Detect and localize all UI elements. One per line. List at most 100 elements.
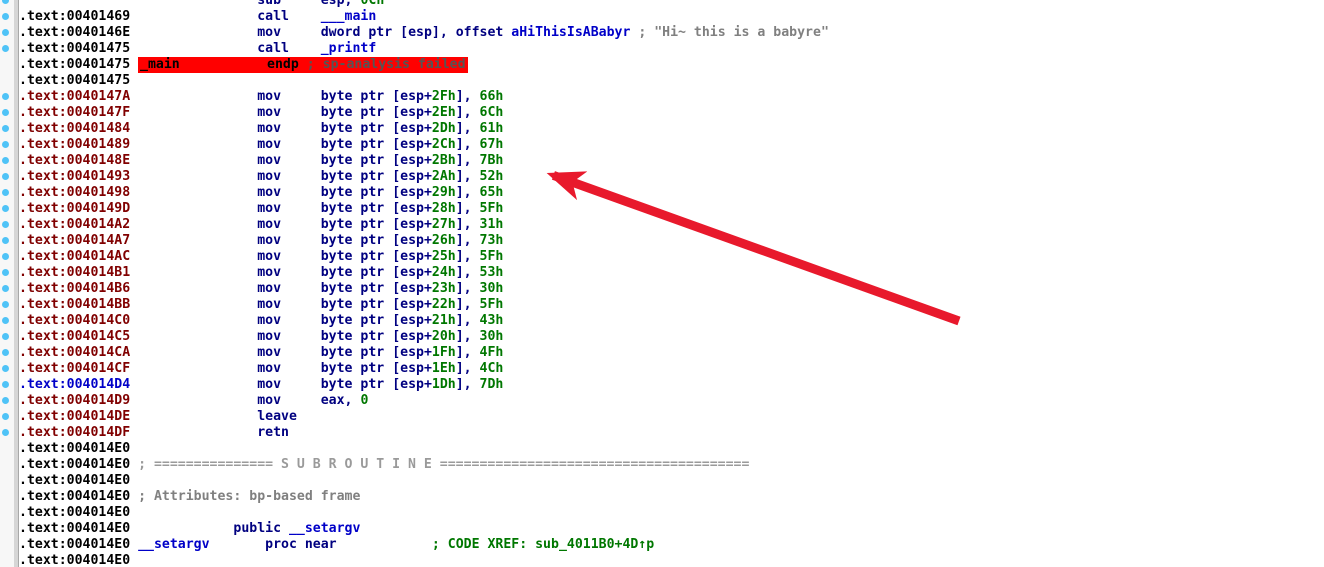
gutter-dot-icon[interactable] — [2, 317, 9, 324]
line-address: .text:00401489 — [19, 137, 131, 152]
disassembly-listing[interactable]: sub esp, 0Ch .text:00401469 call ___main.… — [19, 0, 1324, 567]
instruction-mnemonic: mov — [257, 25, 321, 40]
disassembly-line[interactable]: .text:00401484 mov byte ptr [esp+2Dh], 6… — [19, 121, 503, 137]
numeric-literal: 0Ch — [360, 0, 385, 8]
symbol-name[interactable]: ___main — [321, 9, 377, 24]
disassembly-line[interactable]: .text:004014E0 public __setargv — [19, 521, 360, 537]
line-address: .text:004014A7 — [19, 233, 131, 248]
instruction-operand: ], — [455, 153, 480, 168]
disassembly-line[interactable]: .text:004014AC mov byte ptr [esp+25h], 5… — [19, 249, 503, 265]
gutter-dot-icon[interactable] — [2, 221, 9, 228]
symbol-name[interactable]: _printf — [321, 41, 377, 56]
gutter-dot-icon[interactable] — [2, 365, 9, 372]
line-address: .text:00401498 — [19, 185, 131, 200]
line-address: .text:004014E0 — [19, 537, 131, 552]
sp-analysis-failed-highlight[interactable]: _main endp ; sp-analysis failed — [138, 57, 468, 73]
subroutine-separator: ; =============== S U B R O U T I N E ==… — [130, 457, 750, 472]
disassembly-line[interactable]: .text:004014D4 mov byte ptr [esp+1Dh], 7… — [19, 377, 503, 393]
gutter-dot-icon[interactable] — [2, 109, 9, 116]
line-padding — [130, 297, 257, 312]
gutter-dot-icon[interactable] — [2, 205, 9, 212]
disassembly-line[interactable]: .text:004014CA mov byte ptr [esp+1Fh], 4… — [19, 345, 503, 361]
disassembly-line[interactable]: .text:004014E0 — [19, 441, 130, 457]
gutter-dot-icon[interactable] — [2, 141, 9, 148]
gutter-dot-icon[interactable] — [2, 397, 9, 404]
gutter-dot-icon[interactable] — [2, 333, 9, 340]
disassembly-line[interactable]: .text:004014A2 mov byte ptr [esp+27h], 3… — [19, 217, 503, 233]
disassembly-line[interactable]: .text:004014B6 mov byte ptr [esp+23h], 3… — [19, 281, 503, 297]
code-xref-comment[interactable]: ; CODE XREF: sub_4011B0+4D↑p — [432, 537, 654, 552]
gutter-dot-icon[interactable] — [2, 157, 9, 164]
gutter-dot-icon[interactable] — [2, 285, 9, 292]
disassembly-line[interactable]: .text:004014DF retn — [19, 425, 289, 441]
instruction-operand: byte ptr [esp+ — [320, 297, 432, 312]
numeric-literal: 65h — [479, 185, 504, 200]
disassembly-line[interactable]: .text:00401489 mov byte ptr [esp+2Ch], 6… — [19, 137, 503, 153]
disassembly-line[interactable]: .text:004014A7 mov byte ptr [esp+26h], 7… — [19, 233, 503, 249]
gutter-dot-icon[interactable] — [2, 413, 9, 420]
disassembly-line[interactable]: .text:004014C0 mov byte ptr [esp+21h], 4… — [19, 313, 503, 329]
gutter-dot-icon[interactable] — [2, 301, 9, 308]
gutter-dot-icon[interactable] — [2, 45, 9, 52]
gutter-dot-icon[interactable] — [2, 0, 9, 4]
line-padding — [130, 169, 257, 184]
disassembly-line[interactable]: .text:0040146E mov dword ptr [esp], offs… — [19, 25, 829, 41]
disassembly-line[interactable]: .text:004014E0 — [19, 505, 130, 521]
gutter-dot-icon[interactable] — [2, 125, 9, 132]
instruction-mnemonic: proc near — [265, 537, 337, 552]
numeric-literal: 7Dh — [479, 377, 504, 392]
gutter-dot-icon[interactable] — [2, 29, 9, 36]
numeric-literal: 4Fh — [479, 345, 504, 360]
instruction-operand: ], — [455, 169, 480, 184]
disassembly-line[interactable]: .text:004014E0 ; =============== S U B R… — [19, 457, 749, 473]
disassembly-line[interactable]: .text:0040147F mov byte ptr [esp+2Eh], 6… — [19, 105, 503, 121]
disassembly-line[interactable]: .text:004014DE leave — [19, 409, 297, 425]
numeric-literal: 31h — [479, 217, 504, 232]
disassembly-line[interactable]: .text:004014CF mov byte ptr [esp+1Eh], 4… — [19, 361, 503, 377]
instruction-mnemonic: leave — [257, 409, 297, 424]
symbol-name[interactable]: __setargv — [138, 537, 209, 552]
symbol-name[interactable]: aHiThisIsABabyr — [511, 25, 630, 40]
symbol-name[interactable]: __setargv — [289, 521, 360, 536]
disassembly-line[interactable]: .text:00401493 mov byte ptr [esp+2Ah], 5… — [19, 169, 503, 185]
highlight-function-name[interactable]: _main — [140, 57, 180, 72]
disassembly-line[interactable]: .text:00401469 call ___main — [19, 9, 376, 25]
disassembly-line[interactable]: sub esp, 0Ch — [19, 0, 384, 9]
line-address: .text:004014E0 — [19, 505, 131, 520]
line-address — [19, 0, 130, 8]
disassembly-line[interactable]: .text:004014C5 mov byte ptr [esp+20h], 3… — [19, 329, 503, 345]
gutter-dot-icon[interactable] — [2, 349, 9, 356]
disassembly-line[interactable]: .text:004014B1 mov byte ptr [esp+24h], 5… — [19, 265, 503, 281]
disassembly-line[interactable]: .text:0040148E mov byte ptr [esp+2Bh], 7… — [19, 153, 503, 169]
line-padding — [130, 537, 138, 552]
disassembly-line[interactable]: .text:004014E0 — [19, 553, 130, 567]
gutter-dot-icon[interactable] — [2, 269, 9, 276]
gutter-dot-icon[interactable] — [2, 93, 9, 100]
disassembly-line[interactable]: .text:004014BB mov byte ptr [esp+22h], 5… — [19, 297, 503, 313]
gutter-dot-icon[interactable] — [2, 429, 9, 436]
gutter-dot-icon[interactable] — [2, 253, 9, 260]
disassembly-line[interactable]: .text:004014E0 — [19, 473, 130, 489]
disassembly-line[interactable]: .text:0040147A mov byte ptr [esp+2Fh], 6… — [19, 89, 503, 105]
gutter-dot-icon[interactable] — [2, 189, 9, 196]
disassembly-line[interactable]: .text:004014E0 ; Attributes: bp-based fr… — [19, 489, 360, 505]
disassembly-line[interactable]: .text:004014D9 mov eax, 0 — [19, 393, 368, 409]
line-padding — [130, 9, 257, 24]
line-padding — [130, 425, 257, 440]
disassembly-line[interactable]: .text:00401475 — [19, 73, 130, 89]
disassembly-line[interactable]: .text:0040149D mov byte ptr [esp+28h], 5… — [19, 201, 503, 217]
numeric-literal: 1Dh — [431, 377, 456, 392]
gutter-dot-icon[interactable] — [2, 13, 9, 20]
numeric-literal: 52h — [479, 169, 504, 184]
numeric-literal: 2Fh — [431, 89, 456, 104]
disassembly-line[interactable]: .text:00401475 — [19, 57, 130, 73]
gutter-dot-icon[interactable] — [2, 381, 9, 388]
disassembly-line[interactable]: .text:004014E0 __setargv proc near ; COD… — [19, 537, 654, 553]
disassembly-line[interactable]: .text:00401498 mov byte ptr [esp+29h], 6… — [19, 185, 503, 201]
gutter-dot-icon[interactable] — [2, 237, 9, 244]
line-address: .text:00401475 — [19, 73, 131, 88]
gutter-dot-icon[interactable] — [2, 173, 9, 180]
disassembly-line[interactable]: .text:00401475 call _printf — [19, 41, 376, 57]
line-gutter[interactable] — [0, 0, 19, 567]
numeric-literal: 66h — [479, 89, 504, 104]
